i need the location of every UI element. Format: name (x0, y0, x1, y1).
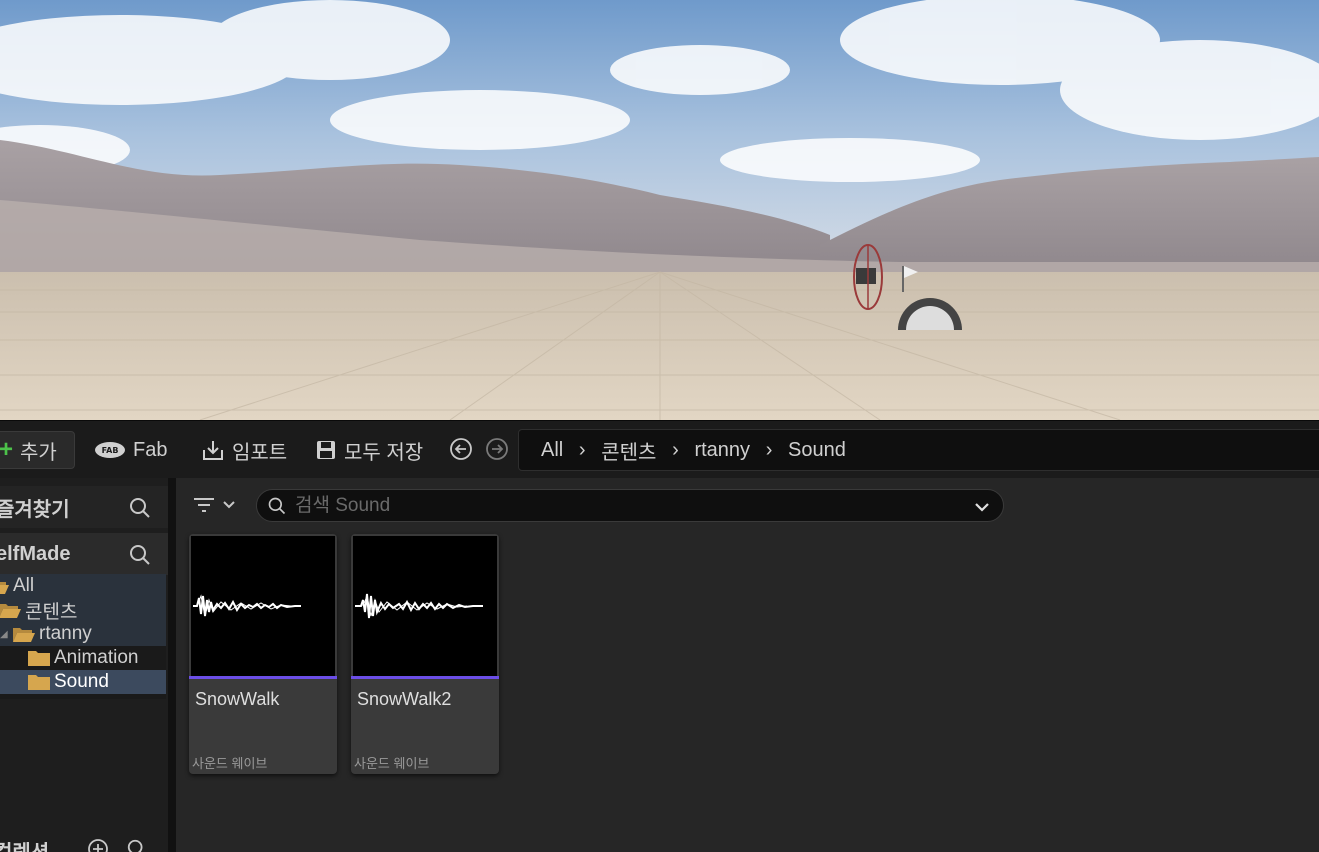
save-all-button[interactable]: 모두 저장 (307, 431, 431, 469)
asset-thumbnail (353, 536, 497, 676)
tree-item-sound[interactable]: Sound (0, 670, 166, 694)
level-viewport[interactable] (0, 0, 1319, 420)
asset-thumbnail (191, 536, 335, 676)
asset-search (256, 489, 1004, 522)
project-label: elfMade (0, 542, 71, 565)
search-input[interactable] (295, 494, 945, 517)
breadcrumb-item[interactable]: Sound (788, 439, 846, 462)
open-folder-icon (0, 604, 21, 618)
fab-label: Fab (133, 438, 168, 461)
tree-item-content[interactable]: 콘텐츠 (0, 598, 166, 623)
add-collection-icon[interactable] (87, 838, 109, 852)
filter-button[interactable] (192, 490, 244, 520)
asset-type: 사운드 웨이브 (192, 756, 268, 771)
plus-icon: + (0, 436, 14, 463)
waveform-icon (355, 593, 483, 619)
save-all-label: 모두 저장 (344, 441, 424, 464)
open-folder-icon (13, 628, 35, 642)
asset-type-color-bar (189, 676, 337, 679)
search-icon[interactable] (128, 496, 152, 520)
filter-icon (194, 498, 214, 512)
viewport-scene (0, 0, 1319, 420)
back-arrow-icon[interactable] (449, 437, 473, 461)
collections-label: 컬렉션 (0, 836, 49, 852)
expand-arrow-icon[interactable]: ◢ (0, 629, 12, 640)
chevron-down-icon (223, 501, 235, 509)
tree-item-all[interactable]: All (0, 574, 166, 598)
asset-name: SnowWalk (195, 689, 280, 709)
chevron-down-icon[interactable] (973, 498, 991, 516)
tree-item-label: 콘텐츠 (25, 601, 78, 623)
project-header[interactable]: elfMade (0, 533, 168, 575)
folder-icon (28, 651, 50, 666)
tree-item-label: All (13, 575, 35, 596)
tree-item-rtanny[interactable]: ◢ rtanny (0, 622, 166, 646)
panel-splitter[interactable] (168, 478, 176, 852)
breadcrumb: All › 콘텐츠 › rtanny › Sound (518, 429, 1319, 471)
asset-name: SnowWalk2 (357, 689, 452, 709)
chevron-right-icon[interactable]: › (656, 439, 694, 462)
tree-item-label: rtanny (39, 623, 92, 644)
chevron-right-icon[interactable]: › (563, 439, 601, 462)
forward-arrow-icon[interactable] (485, 437, 509, 461)
search-icon[interactable] (126, 838, 148, 852)
add-button[interactable]: + 추가 (0, 431, 75, 469)
collections-header[interactable]: 컬렉션 (0, 836, 168, 852)
add-label: 추가 (20, 441, 57, 464)
import-button[interactable]: 임포트 (193, 431, 295, 469)
content-browser-toolbar: + 추가 FAB Fab 임포트 모두 저장 All › 콘텐츠 › rtann… (0, 420, 1319, 478)
asset-view: SnowWalk 사운드 웨이브 SnowWalk2 사운드 웨이브 (176, 478, 1319, 852)
fab-icon: FAB (95, 442, 125, 458)
asset-type: 사운드 웨이브 (354, 756, 430, 771)
search-icon (268, 497, 286, 514)
asset-tile[interactable]: SnowWalk2 사운드 웨이브 (351, 534, 499, 774)
breadcrumb-item[interactable]: rtanny (694, 439, 750, 462)
breadcrumb-item[interactable]: 콘텐츠 (601, 436, 656, 465)
folder-tree: All 콘텐츠 ◢ rtanny Animation Sound (0, 574, 166, 699)
tree-item-label: Sound (54, 671, 109, 692)
asset-tile[interactable]: SnowWalk 사운드 웨이브 (189, 534, 337, 774)
tree-item-label: Animation (54, 647, 139, 668)
open-folder-icon (0, 582, 9, 594)
import-icon (203, 441, 223, 460)
favorites-header[interactable]: 즐겨찾기 (0, 486, 168, 528)
favorites-label: 즐겨찾기 (0, 498, 70, 521)
waveform-icon (193, 594, 301, 617)
import-label: 임포트 (232, 441, 288, 464)
folder-icon (28, 675, 50, 690)
search-icon[interactable] (128, 543, 152, 567)
asset-type-color-bar (351, 676, 499, 679)
svg-text:FAB: FAB (102, 446, 119, 455)
tree-item-animation[interactable]: Animation (0, 646, 166, 670)
fab-button[interactable]: FAB Fab (86, 431, 175, 469)
chevron-right-icon[interactable]: › (750, 439, 788, 462)
sources-panel: 즐겨찾기 elfMade All 콘텐츠 ◢ rtanny Animation … (0, 478, 168, 852)
save-icon (317, 441, 335, 459)
breadcrumb-item[interactable]: All (541, 439, 563, 462)
